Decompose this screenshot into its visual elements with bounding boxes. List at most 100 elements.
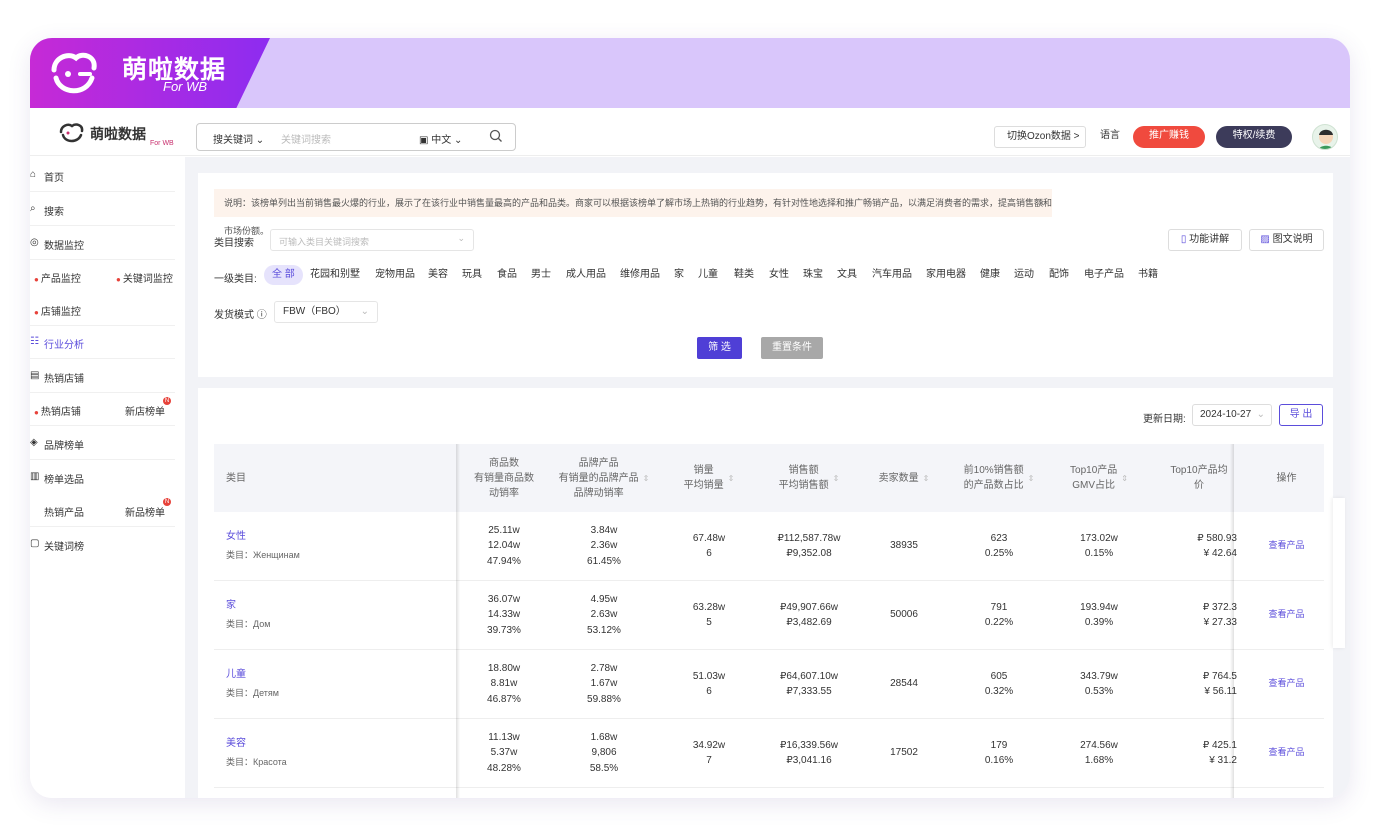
- category-tag[interactable]: 花园和别墅: [310, 265, 360, 285]
- category-tag[interactable]: 儿童: [698, 265, 718, 285]
- category-link[interactable]: 美容: [226, 736, 246, 752]
- category-link[interactable]: 儿童: [226, 667, 246, 683]
- category-link[interactable]: 女性: [226, 529, 246, 545]
- category-tag[interactable]: 成人用品: [566, 265, 606, 285]
- th-action: 操作: [1276, 472, 1297, 484]
- brand-cell: 4.95w 2.63w 53.12%: [587, 593, 621, 636]
- app-logo[interactable]: 萌啦数据 For WB: [58, 122, 188, 147]
- sidebar: ⌂ 首页 ⌕ 搜索 ◎ 数据监控 ● 产品监控 ● 关键词监控 ● 店铺监控 ☷ 行业分析 ▤…: [30, 157, 185, 798]
- action-cell: 查看产品: [1249, 581, 1324, 649]
- revenue-cell: ₽16,339.56w ₽3,041.16: [779, 739, 839, 767]
- sellers-cell: 28544: [890, 678, 918, 690]
- ship-mode-select[interactable]: FBW（FBO） ⌄: [274, 301, 378, 323]
- category-tag[interactable]: 家用电器: [926, 265, 966, 285]
- category-link[interactable]: 家: [226, 598, 236, 614]
- category-tag[interactable]: 宠物用品: [375, 265, 415, 285]
- data-table-card: 更新日期: 2024-10-27 ⌄ 导 出 类目 商品数 有销量商品数 动销率 品…: [198, 388, 1345, 798]
- filter-submit-button[interactable]: 筛 选: [697, 337, 742, 359]
- category-tag[interactable]: 珠宝: [803, 265, 823, 285]
- sidebar-sub-new-product-list[interactable]: 新品榜单: [125, 504, 165, 519]
- category-tag[interactable]: 男士: [531, 265, 551, 285]
- category-tag[interactable]: 全 部: [264, 265, 303, 285]
- switch-ozon-button[interactable]: 切换Ozon数据 >: [994, 126, 1086, 148]
- sort-icon: ⇕: [832, 473, 840, 483]
- sort-icon: ⇕: [642, 473, 650, 483]
- view-products-link[interactable]: 查看产品: [1249, 607, 1324, 623]
- top10pct-cell: 179 0.16%: [984, 739, 1014, 767]
- sidebar-item-data-monitor[interactable]: ◎ 数据监控: [30, 227, 175, 260]
- category-tag[interactable]: 鞋类: [734, 265, 754, 285]
- sidebar-item-list-selection[interactable]: ▥ 榜单选品: [30, 461, 175, 494]
- export-button[interactable]: 导 出: [1279, 404, 1323, 426]
- price-cell: ₽ 580.93 ¥ 42.64: [1197, 532, 1237, 560]
- category-tag[interactable]: 美容: [428, 265, 448, 285]
- fire-icon: ●: [34, 308, 39, 317]
- th-sales[interactable]: 销量 平均销量 ⇕: [659, 444, 759, 512]
- sidebar-item-home[interactable]: ⌂ 首页: [30, 159, 175, 192]
- sidebar-item-industry-analysis[interactable]: ☷ 行业分析: [30, 326, 175, 359]
- avatar[interactable]: [1312, 124, 1338, 150]
- th-brand[interactable]: 品牌产品 有销量的品牌产品 品牌动销率 ⇕: [549, 444, 659, 512]
- category-cell: 女性 类目：Женщинам: [226, 529, 300, 560]
- sidebar-item-brand-list[interactable]: ◈ 品牌榜单: [30, 427, 175, 460]
- th-sellers[interactable]: 卖家数量 ⇕: [859, 444, 949, 512]
- category-tag[interactable]: 配饰: [1049, 265, 1069, 285]
- category-search-input[interactable]: 可输入类目关键词搜索 ⌄: [270, 229, 474, 251]
- guide-button[interactable]: ▨ 图文说明: [1249, 229, 1324, 251]
- category-tag[interactable]: 玩具: [462, 265, 482, 285]
- category-tag[interactable]: 女性: [769, 265, 789, 285]
- new-badge: N: [163, 498, 171, 506]
- renew-button[interactable]: 特权/续费: [1216, 126, 1292, 148]
- action-cell: 查看产品: [1249, 512, 1324, 580]
- fire-icon: ●: [34, 408, 39, 417]
- sidebar-sub-hot-product[interactable]: 热销产品: [44, 504, 84, 519]
- view-products-link[interactable]: 查看产品: [1249, 745, 1324, 761]
- category-tag[interactable]: 家: [674, 265, 684, 285]
- mascot-logo-icon: [51, 52, 97, 94]
- category-tag[interactable]: 健康: [980, 265, 1000, 285]
- view-products-link[interactable]: 查看产品: [1249, 676, 1324, 692]
- sidebar-item-hot-store[interactable]: ▤ 热销店铺: [30, 360, 175, 393]
- category-search-label: 类目搜索: [214, 238, 254, 249]
- banner-logo: 萌啦数据 For WB: [30, 38, 270, 108]
- category-tag[interactable]: 电子产品: [1084, 265, 1124, 285]
- sidebar-item-search[interactable]: ⌕ 搜索: [30, 193, 175, 226]
- view-products-link[interactable]: 查看产品: [1249, 538, 1324, 554]
- chevron-down-icon: ⌄: [360, 306, 369, 317]
- sidebar-sub-hot-store[interactable]: ● 热销店铺: [34, 403, 81, 418]
- category-tag[interactable]: 书籍: [1138, 265, 1158, 285]
- ship-mode-label: 发货模式 ⓘ: [214, 310, 267, 321]
- language-button[interactable]: 语言: [1100, 126, 1120, 148]
- th-top10gmv[interactable]: Top10产品 GMV占比 ⇕: [1049, 444, 1149, 512]
- category-tag[interactable]: 食品: [497, 265, 517, 285]
- search-type-select[interactable]: 搜关键词 ⌄: [213, 131, 264, 146]
- reset-button[interactable]: 重置条件: [761, 337, 823, 359]
- th-revenue[interactable]: 销售额 平均销售额 ⇕: [759, 444, 859, 512]
- sidebar-item-keyword-list[interactable]: ▢ 关键词榜: [30, 528, 175, 561]
- fire-icon: ●: [34, 275, 39, 284]
- sales-cell: 34.92w 7: [692, 739, 726, 767]
- sidebar-sub-store-monitor[interactable]: ● 店铺监控: [30, 293, 175, 326]
- sidebar-sub-new-store-list[interactable]: 新店榜单: [125, 403, 165, 418]
- search-input[interactable]: 关键词搜索: [281, 131, 331, 146]
- search-icon[interactable]: [489, 129, 503, 143]
- th-products[interactable]: 商品数 有销量商品数 动销率: [459, 444, 549, 512]
- update-date-select[interactable]: 2024-10-27 ⌄: [1192, 404, 1272, 426]
- feature-explain-button[interactable]: ▯ 功能讲解: [1168, 229, 1242, 251]
- banner-sub: For WB: [163, 79, 208, 94]
- close-icon[interactable]: ×: [1039, 189, 1044, 217]
- promo-earn-button[interactable]: 推广赚钱: [1133, 126, 1205, 148]
- th-top10price[interactable]: Top10产品均价: [1149, 444, 1249, 512]
- category-tag[interactable]: 维修用品: [620, 265, 660, 285]
- floating-side-tabs[interactable]: [1333, 498, 1345, 648]
- sidebar-sub-keyword-monitor[interactable]: ● 关键词监控: [116, 270, 173, 285]
- sidebar-sub-product-monitor[interactable]: ● 产品监控: [34, 270, 81, 285]
- table-header: 类目 商品数 有销量商品数 动销率 品牌产品 有销量的品牌产品 品牌动销率 ⇕ 销量 平均销…: [214, 444, 1324, 512]
- category-tag[interactable]: 汽车用品: [872, 265, 912, 285]
- category-tag[interactable]: 运动: [1014, 265, 1034, 285]
- th-top10pct[interactable]: 前10%销售额 的产品数占比 ⇕: [949, 444, 1049, 512]
- table-row: 家类目：Дом 36.07w 14.33w 39.73% 4.95w 2.63w 53.…: [214, 581, 1324, 650]
- search-language-select[interactable]: ▣ 中文 ⌄: [419, 131, 462, 146]
- sales-cell: 63.28w 5: [692, 601, 726, 629]
- category-tag[interactable]: 文具: [837, 265, 857, 285]
